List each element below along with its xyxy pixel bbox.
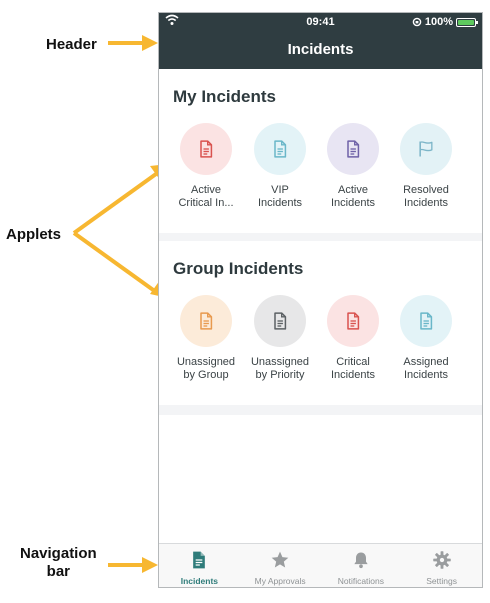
applet-label-line1: Assigned [403, 356, 449, 368]
applet-circle [400, 123, 452, 175]
nav-label: My Approvals [254, 576, 306, 586]
applet-label-line1: Critical [336, 356, 370, 368]
nav-item-notifications[interactable]: Notifications [321, 544, 402, 587]
document-icon [196, 311, 216, 331]
battery-icon [456, 17, 478, 27]
star-icon [270, 550, 290, 575]
applet-label: Active Incidents [314, 184, 392, 210]
applet-circle [327, 123, 379, 175]
applet-label-line2: by Group [183, 369, 229, 381]
status-right: 100% [412, 16, 478, 28]
applet-label-line1: Resolved [403, 184, 449, 196]
orientation-lock-icon [412, 17, 422, 27]
applet-circle [180, 123, 232, 175]
navigation-annotation-line2: bar [46, 563, 71, 580]
nav-item-incidents[interactable]: Incidents [159, 544, 240, 587]
applet-button[interactable]: Unassigned by Priority [241, 295, 319, 382]
battery-percent: 100% [424, 16, 453, 28]
group-incidents-section: Group Incidents Unassigned by Group Unassi… [159, 241, 482, 405]
applet-label: Critical Incidents [314, 356, 392, 382]
applet-grid: Active Critical In... VIP Incidents Active In… [159, 123, 482, 233]
applet-label: Active Critical In... [167, 184, 245, 210]
bell-icon [351, 550, 371, 575]
empty-content-area [159, 415, 482, 555]
applet-label: Assigned Incidents [387, 356, 465, 382]
applet-button[interactable]: Resolved Incidents [387, 123, 465, 210]
applet-label-line2: Incidents [330, 369, 376, 381]
document-icon [270, 311, 290, 331]
gear-icon [432, 550, 452, 575]
applet-label: Unassigned by Group [167, 356, 245, 382]
header-arrow-icon [108, 35, 158, 51]
header-annotation: Header [46, 36, 97, 53]
applet-label-line2: Incidents [330, 197, 376, 209]
applet-label-line2: Incidents [403, 369, 449, 381]
my-incidents-section: My Incidents Active Critical In... VIP Inci… [159, 69, 482, 233]
document-icon [270, 139, 290, 159]
app-header: Incidents [159, 31, 482, 69]
nav-item-settings[interactable]: Settings [401, 544, 482, 587]
section-title: My Incidents [173, 87, 276, 106]
nav-label: Settings [426, 576, 457, 586]
document-icon [343, 311, 363, 331]
applet-button[interactable]: Active Incidents [314, 123, 392, 210]
section-title: Group Incidents [173, 259, 304, 278]
applet-button[interactable]: Assigned Incidents [387, 295, 465, 382]
applet-label: VIP Incidents [241, 184, 319, 210]
applet-circle [400, 295, 452, 347]
applet-button[interactable]: VIP Incidents [241, 123, 319, 210]
flag-icon [416, 139, 436, 159]
section-divider [159, 405, 482, 415]
page-title: Incidents [287, 41, 354, 58]
applet-circle [254, 123, 306, 175]
applet-button[interactable]: Unassigned by Group [167, 295, 245, 382]
document-icon [196, 139, 216, 159]
applet-circle [180, 295, 232, 347]
navigation-annotation: Navigation bar [20, 545, 97, 581]
navigation-bar: Incidents My Approvals Notifications Settin… [159, 543, 482, 587]
nav-label: Notifications [337, 576, 385, 586]
applet-button[interactable]: Critical Incidents [314, 295, 392, 382]
applet-label-line2: by Priority [255, 369, 305, 381]
applet-label-line2: Incidents [257, 197, 303, 209]
applets-annotation: Applets [6, 226, 62, 243]
document-icon [416, 311, 436, 331]
applet-label-line1: Active [338, 184, 368, 196]
nav-item-my-approvals[interactable]: My Approvals [240, 544, 321, 587]
applet-button[interactable]: Active Critical In... [167, 123, 245, 210]
applet-circle [327, 295, 379, 347]
document-icon [343, 139, 363, 159]
applet-label-line1: VIP [271, 184, 289, 196]
nav-label: Incidents [180, 576, 219, 586]
applet-label-line1: Unassigned [250, 356, 310, 368]
status-bar: 09:41 100% [159, 13, 482, 31]
applet-label: Resolved Incidents [387, 184, 465, 210]
applet-circle [254, 295, 306, 347]
document-icon [189, 550, 209, 575]
applet-label: Unassigned by Priority [241, 356, 319, 382]
applet-label-line2: Critical In... [178, 197, 234, 209]
applet-label-line2: Incidents [403, 197, 449, 209]
phone-screen: 09:41 100% Incidents My Incidents Active… [158, 12, 483, 588]
applet-label-line1: Unassigned [176, 356, 236, 368]
navigation-arrow-icon [108, 557, 158, 573]
navigation-annotation-line1: Navigation [20, 545, 97, 562]
applets-arrow-icon [72, 164, 168, 298]
applet-grid: Unassigned by Group Unassigned by Priority C… [159, 295, 482, 405]
applet-label-line1: Active [191, 184, 221, 196]
